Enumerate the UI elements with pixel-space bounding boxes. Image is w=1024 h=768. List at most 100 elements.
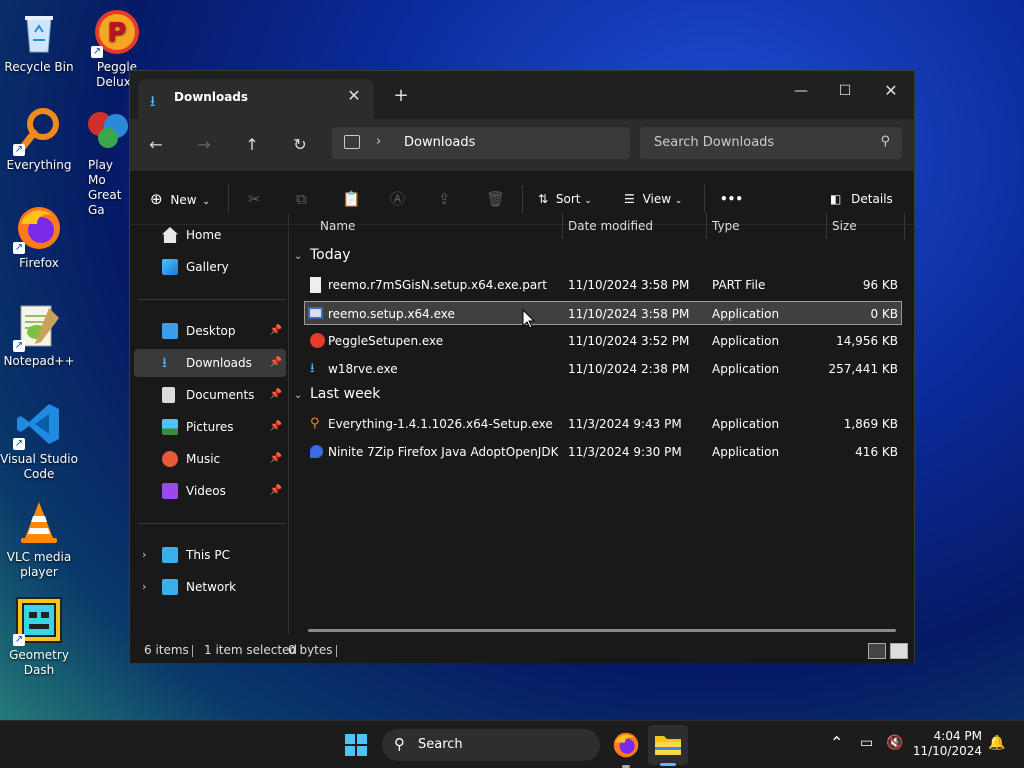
details-view-button[interactable] xyxy=(868,643,886,659)
desktop-icon-notepad-plus-plus[interactable]: ↗ Notepad++ xyxy=(0,302,78,369)
sidebar-item-gallery[interactable]: Gallery xyxy=(134,253,286,281)
delete-button[interactable]: 🗑 xyxy=(486,187,505,211)
pin-icon[interactable]: 📌 xyxy=(270,317,282,345)
desktop-icon-everything[interactable]: ↗ Everything xyxy=(0,106,78,173)
file-row[interactable]: PeggleSetupen.exe 11/10/2024 3:52 PM App… xyxy=(304,329,902,353)
pane-divider[interactable] xyxy=(288,213,289,635)
clock-time: 4:04 PM xyxy=(933,729,982,743)
maximize-button[interactable]: ☐ xyxy=(822,77,868,105)
new-button[interactable]: ⊕ New ⌄ xyxy=(150,187,210,211)
file-size: 1,869 KB xyxy=(843,417,898,431)
rename-button[interactable]: Ⓐ xyxy=(390,187,405,211)
item-count: 6 items xyxy=(144,643,189,657)
column-header-size[interactable]: Size xyxy=(832,213,857,239)
cut-button[interactable]: ✂ xyxy=(248,187,261,211)
horizontal-scrollbar[interactable] xyxy=(308,629,896,632)
column-separator[interactable] xyxy=(904,213,905,239)
sidebar-item-desktop[interactable]: Desktop 📌 xyxy=(134,317,286,345)
details-pane-button[interactable]: ◧ Details xyxy=(830,187,893,211)
close-tab-icon[interactable]: ✕ xyxy=(344,86,364,106)
forward-button[interactable]: → xyxy=(192,133,216,157)
group-header-today[interactable]: ⌄ Today xyxy=(294,247,351,263)
desktop-icon-recycle-bin[interactable]: Recycle Bin xyxy=(0,8,78,75)
column-header-date-modified[interactable]: Date modified xyxy=(568,213,653,239)
minimize-button[interactable]: — xyxy=(778,77,824,105)
desktop-icon-label: Notepad++ xyxy=(3,354,75,368)
file-row[interactable]: ⭳ w18rve.exe 11/10/2024 2:38 PM Applicat… xyxy=(304,357,902,381)
file-row[interactable]: ⚲ Everything-1.4.1.1026.x64-Setup.exe 11… xyxy=(304,412,902,436)
chevron-right-icon[interactable]: › xyxy=(142,541,146,569)
column-separator[interactable] xyxy=(706,213,707,239)
desktop-icon-play-more-games[interactable]: Play Mo Great Ga xyxy=(78,106,130,218)
chevron-right-icon[interactable]: › xyxy=(376,134,381,149)
column-separator[interactable] xyxy=(826,213,827,239)
sidebar-item-label: Documents xyxy=(186,388,255,402)
address-bar[interactable]: › Downloads xyxy=(332,127,630,159)
desktop-icon-vscode[interactable]: ↗ Visual Studio Code xyxy=(0,400,78,482)
home-icon xyxy=(162,227,178,243)
sidebar-item-music[interactable]: Music 📌 xyxy=(134,445,286,473)
sidebar-item-documents[interactable]: Documents 📌 xyxy=(134,381,286,409)
sort-label: Sort xyxy=(555,192,581,206)
sidebar-item-home[interactable]: Home xyxy=(134,221,286,249)
sort-button[interactable]: ⇅ Sort ⌄ xyxy=(538,187,592,211)
show-hidden-icons-button[interactable]: ⌃ xyxy=(830,733,843,752)
view-button[interactable]: ☰ View ⌄ xyxy=(624,187,682,211)
pin-icon[interactable]: 📌 xyxy=(270,477,282,505)
sidebar-item-pictures[interactable]: Pictures 📌 xyxy=(134,413,286,441)
sidebar-item-videos[interactable]: Videos 📌 xyxy=(134,477,286,505)
more-options-button[interactable]: ••• xyxy=(720,187,743,211)
monitor-icon xyxy=(344,135,360,149)
pin-icon[interactable]: 📌 xyxy=(270,381,282,409)
file-row-selected[interactable]: reemo.setup.x64.exe 11/10/2024 3:58 PM A… xyxy=(304,301,902,325)
new-tab-button[interactable]: + xyxy=(391,85,411,106)
file-row[interactable]: Ninite 7Zip Firefox Java AdoptOpenJDK x.… xyxy=(304,440,902,464)
file-row[interactable]: reemo.r7mSGisN.setup.x64.exe.part 11/10/… xyxy=(304,273,902,297)
column-separator[interactable] xyxy=(562,213,563,239)
up-button[interactable]: ↑ xyxy=(240,133,264,157)
copy-button[interactable]: ⧉ xyxy=(296,187,307,211)
back-button[interactable]: ← xyxy=(144,133,168,157)
title-bar[interactable]: ⭳ Downloads ✕ + — ☐ ✕ xyxy=(130,71,914,119)
desktop-icon-vlc[interactable]: VLC media player xyxy=(0,498,78,580)
chevron-down-icon: ⌄ xyxy=(584,196,592,206)
sidebar-item-downloads[interactable]: ⭳ Downloads 📌 xyxy=(134,349,286,377)
sidebar-item-network[interactable]: › Network xyxy=(134,573,286,601)
shortcut-arrow-icon: ↗ xyxy=(13,438,25,450)
clock[interactable]: 4:04 PM 11/10/2024 xyxy=(912,729,982,759)
column-header-type[interactable]: Type xyxy=(712,213,740,239)
taskbar-search[interactable]: ⚲ Search xyxy=(382,729,600,761)
pin-icon[interactable]: 📌 xyxy=(270,445,282,473)
tab-downloads[interactable]: ⭳ Downloads ✕ xyxy=(138,79,374,119)
divider xyxy=(138,523,286,524)
notepad-plus-plus-icon: ↗ xyxy=(13,302,63,352)
desktop-icon-label: Geometry Dash xyxy=(9,648,69,677)
search-input[interactable]: Search Downloads ⚲ xyxy=(640,127,902,159)
taskbar-file-explorer[interactable] xyxy=(648,725,688,766)
column-header-name[interactable]: Name xyxy=(320,213,355,239)
volume-muted-icon[interactable]: 🔇 xyxy=(886,735,903,751)
notification-bell-icon[interactable]: 🔔 xyxy=(988,735,1005,751)
file-name: w18rve.exe xyxy=(328,362,398,376)
start-button[interactable] xyxy=(344,733,368,757)
file-size: 257,441 KB xyxy=(828,362,898,376)
desktop-icon-label: VLC media player xyxy=(6,550,72,579)
group-header-last-week[interactable]: ⌄ Last week xyxy=(294,386,380,402)
chevron-right-icon[interactable]: › xyxy=(142,573,146,601)
desktop-icon-firefox[interactable]: ↗ Firefox xyxy=(0,204,78,271)
share-button[interactable]: ⇪ xyxy=(438,187,451,211)
documents-icon xyxy=(162,387,175,403)
refresh-button[interactable]: ↻ xyxy=(288,133,312,157)
pin-icon[interactable]: 📌 xyxy=(270,349,282,377)
taskbar-firefox[interactable] xyxy=(610,729,642,768)
paste-button[interactable]: 📋 xyxy=(342,187,361,211)
close-window-button[interactable]: ✕ xyxy=(868,77,914,105)
network-status-icon[interactable]: ▭ xyxy=(860,735,873,751)
desktop-icon-geometry-dash[interactable]: ↗ Geometry Dash xyxy=(0,596,78,678)
sidebar-item-label: Network xyxy=(186,580,237,594)
large-icons-view-button[interactable] xyxy=(890,643,908,659)
pin-icon[interactable]: 📌 xyxy=(270,413,282,441)
sidebar-item-this-pc[interactable]: › This PC xyxy=(134,541,286,569)
file-explorer-window[interactable]: ⭳ Downloads ✕ + — ☐ ✕ ← → ↑ ↻ › Download… xyxy=(129,70,915,663)
breadcrumb-downloads[interactable]: Downloads xyxy=(404,135,475,150)
